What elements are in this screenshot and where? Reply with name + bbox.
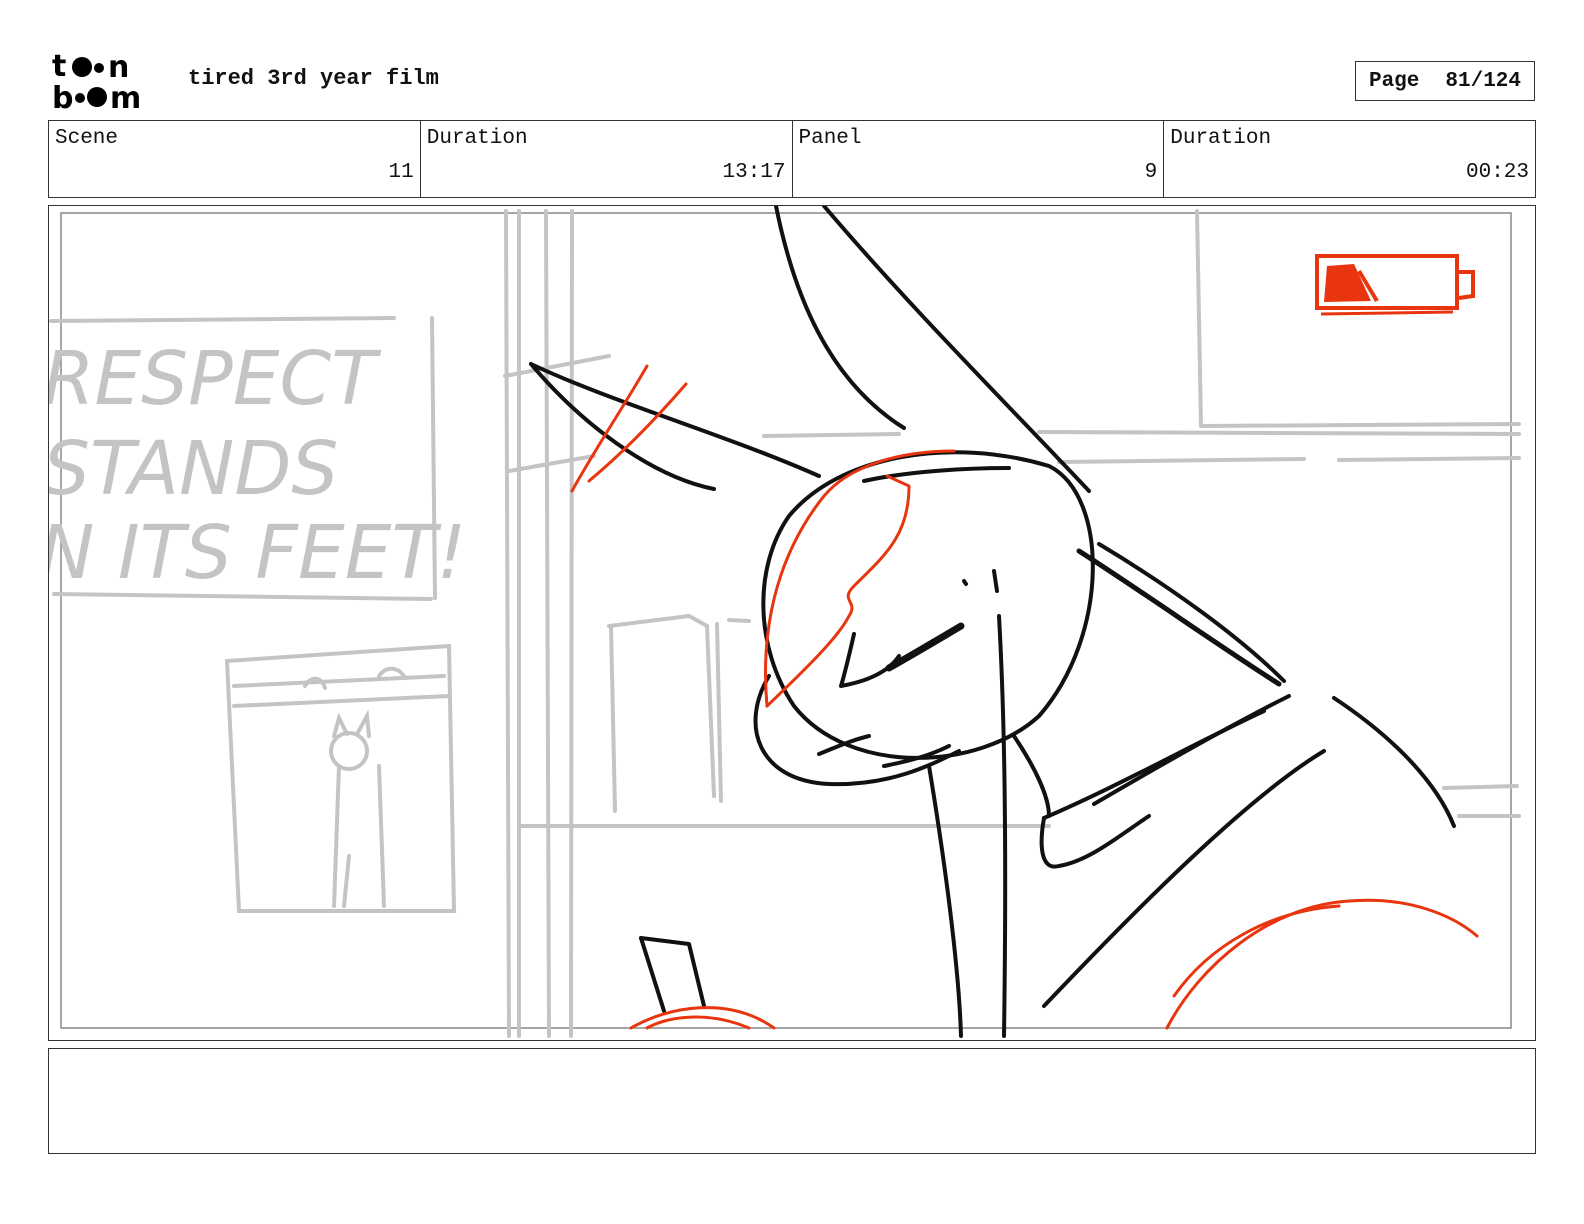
scene-duration-value: 13:17 [722, 161, 786, 184]
panel-duration-cell: Duration 00:23 [1164, 121, 1535, 197]
panel-duration-value: 00:23 [1465, 161, 1529, 184]
svg-text:b: b [52, 81, 73, 112]
panel-label: Panel [798, 127, 862, 150]
poster-line-2: STANDS [49, 426, 338, 512]
project-title: tired 3rd year film [188, 66, 439, 91]
character-sketch [529, 206, 1456, 1038]
panel-sketch: RESPECT STANDS N ITS FEET! [49, 206, 1521, 1038]
poster-text: RESPECT STANDS N ITS FEET! [49, 336, 466, 596]
panel-notes [48, 1048, 1536, 1154]
scene-duration-cell: Duration 13:17 [421, 121, 793, 197]
panel-duration-label: Duration [1170, 127, 1272, 150]
panel-cell: Panel 9 [793, 121, 1165, 197]
battery-icon [1315, 254, 1475, 316]
poster-line-3: N ITS FEET! [49, 510, 466, 596]
scene-duration-label: Duration [426, 127, 528, 150]
storyboard-panel: RESPECT STANDS N ITS FEET! [48, 205, 1536, 1041]
poster-line-1: RESPECT [49, 336, 382, 422]
red-accents [570, 364, 1479, 1030]
page-indicator: Page 81/124 [1355, 61, 1535, 101]
panel-value: 9 [1144, 161, 1158, 184]
page-label: Page [1368, 69, 1420, 93]
scene-cell: Scene 11 [49, 121, 421, 197]
svg-text:t: t [52, 50, 66, 84]
svg-text:n: n [108, 50, 129, 85]
page-number: 81/124 [1445, 69, 1522, 93]
scene-label: Scene [55, 127, 119, 150]
svg-text:m: m [110, 81, 141, 112]
scene-value: 11 [388, 161, 414, 184]
scene-info-row: Scene 11 Duration 13:17 Panel 9 Duration… [48, 120, 1536, 198]
toonboom-logo: t n b m [52, 49, 164, 116]
